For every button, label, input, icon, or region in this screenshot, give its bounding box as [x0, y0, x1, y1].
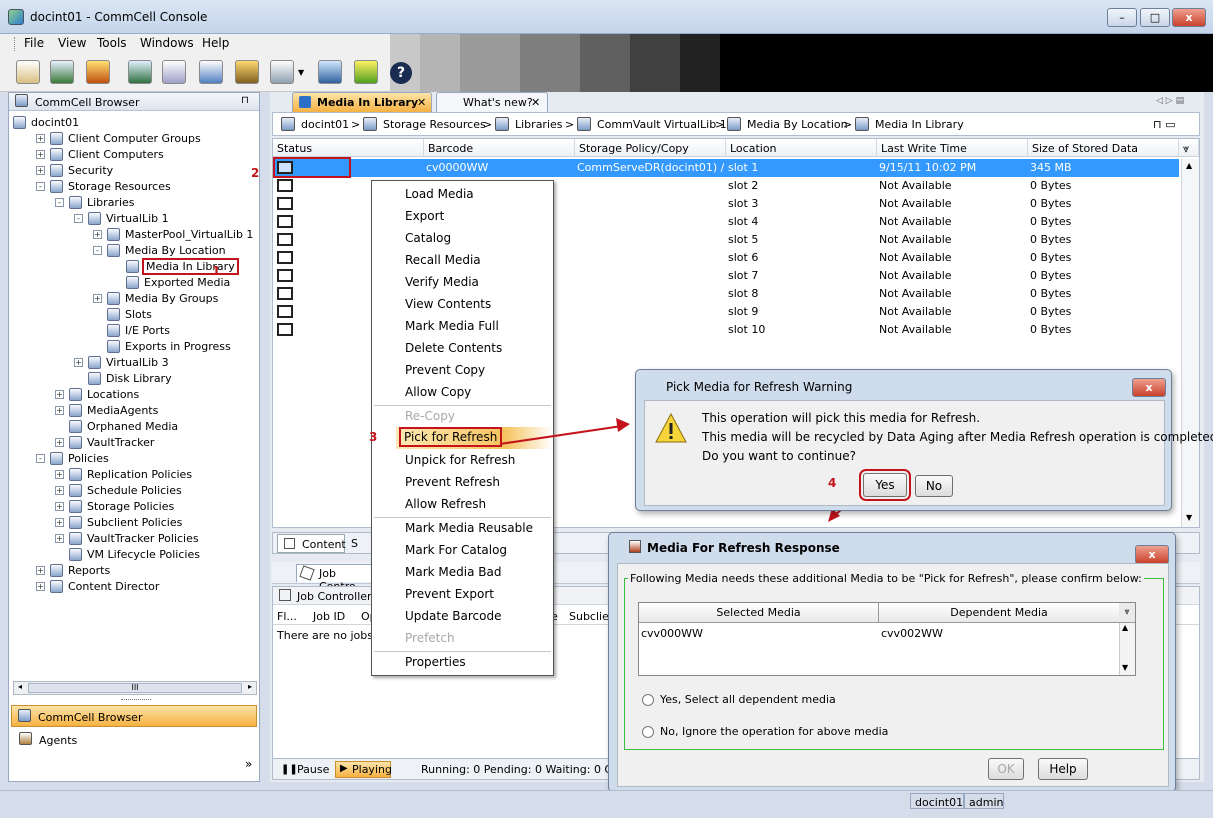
arrow-to-warning — [499, 425, 623, 445]
step-4-label: 4 — [828, 476, 837, 490]
warning-line-3: Do you want to continue? — [702, 449, 856, 463]
warning-close-button[interactable]: x — [1132, 378, 1166, 397]
status-bar: docint01 admin — [0, 790, 1213, 818]
no-button[interactable]: No — [915, 475, 953, 497]
no-ignore-label[interactable]: No, Ignore the operation for above media — [660, 725, 888, 738]
yes-select-all-radio[interactable] — [642, 694, 654, 706]
pick-media-warning-dialog: Pick Media for Refresh Warning x This op… — [635, 369, 1213, 511]
dependent-media-table: Selected Media Dependent Media ⩔ cvv000W… — [638, 602, 1136, 676]
warning-body: This operation will pick this media for … — [644, 400, 1213, 506]
status-host: docint01 — [910, 793, 964, 809]
arrow-head-warning — [616, 418, 630, 432]
no-ignore-radio[interactable] — [642, 726, 654, 738]
response-dialog-title: Media For Refresh Response — [647, 541, 840, 555]
yes-select-all-label[interactable]: Yes, Select all dependent media — [660, 693, 836, 706]
warning-line-1: This operation will pick this media for … — [702, 411, 981, 425]
dependent-media-cell[interactable]: cvv002WW — [881, 627, 943, 640]
status-user: admin — [964, 793, 1004, 809]
java-icon — [629, 540, 641, 553]
warning-line-2: This media will be recycled by Data Agin… — [702, 430, 1213, 444]
warning-icon — [655, 413, 687, 443]
col-selected-media[interactable]: Selected Media — [639, 603, 879, 623]
response-body: Following Media needs these additional M… — [617, 563, 1169, 787]
ok-button[interactable]: OK — [988, 758, 1024, 780]
confirm-group-label: Following Media needs these additional M… — [628, 572, 1144, 585]
help-button[interactable]: Help — [1038, 758, 1088, 780]
col-dependent-media[interactable]: Dependent Media — [879, 603, 1119, 623]
selected-media-cell[interactable]: cvv000WW — [641, 627, 703, 640]
response-close-button[interactable]: x — [1135, 545, 1169, 564]
warning-dialog-title: Pick Media for Refresh Warning — [666, 380, 853, 394]
media-refresh-response-dialog: Media For Refresh Response x Following M… — [608, 532, 1176, 792]
table-menu-icon[interactable]: ⩔ — [1119, 603, 1135, 623]
table-scrollbar[interactable]: ▲ ▼ — [1119, 623, 1135, 675]
yes-button[interactable]: Yes — [859, 469, 911, 501]
